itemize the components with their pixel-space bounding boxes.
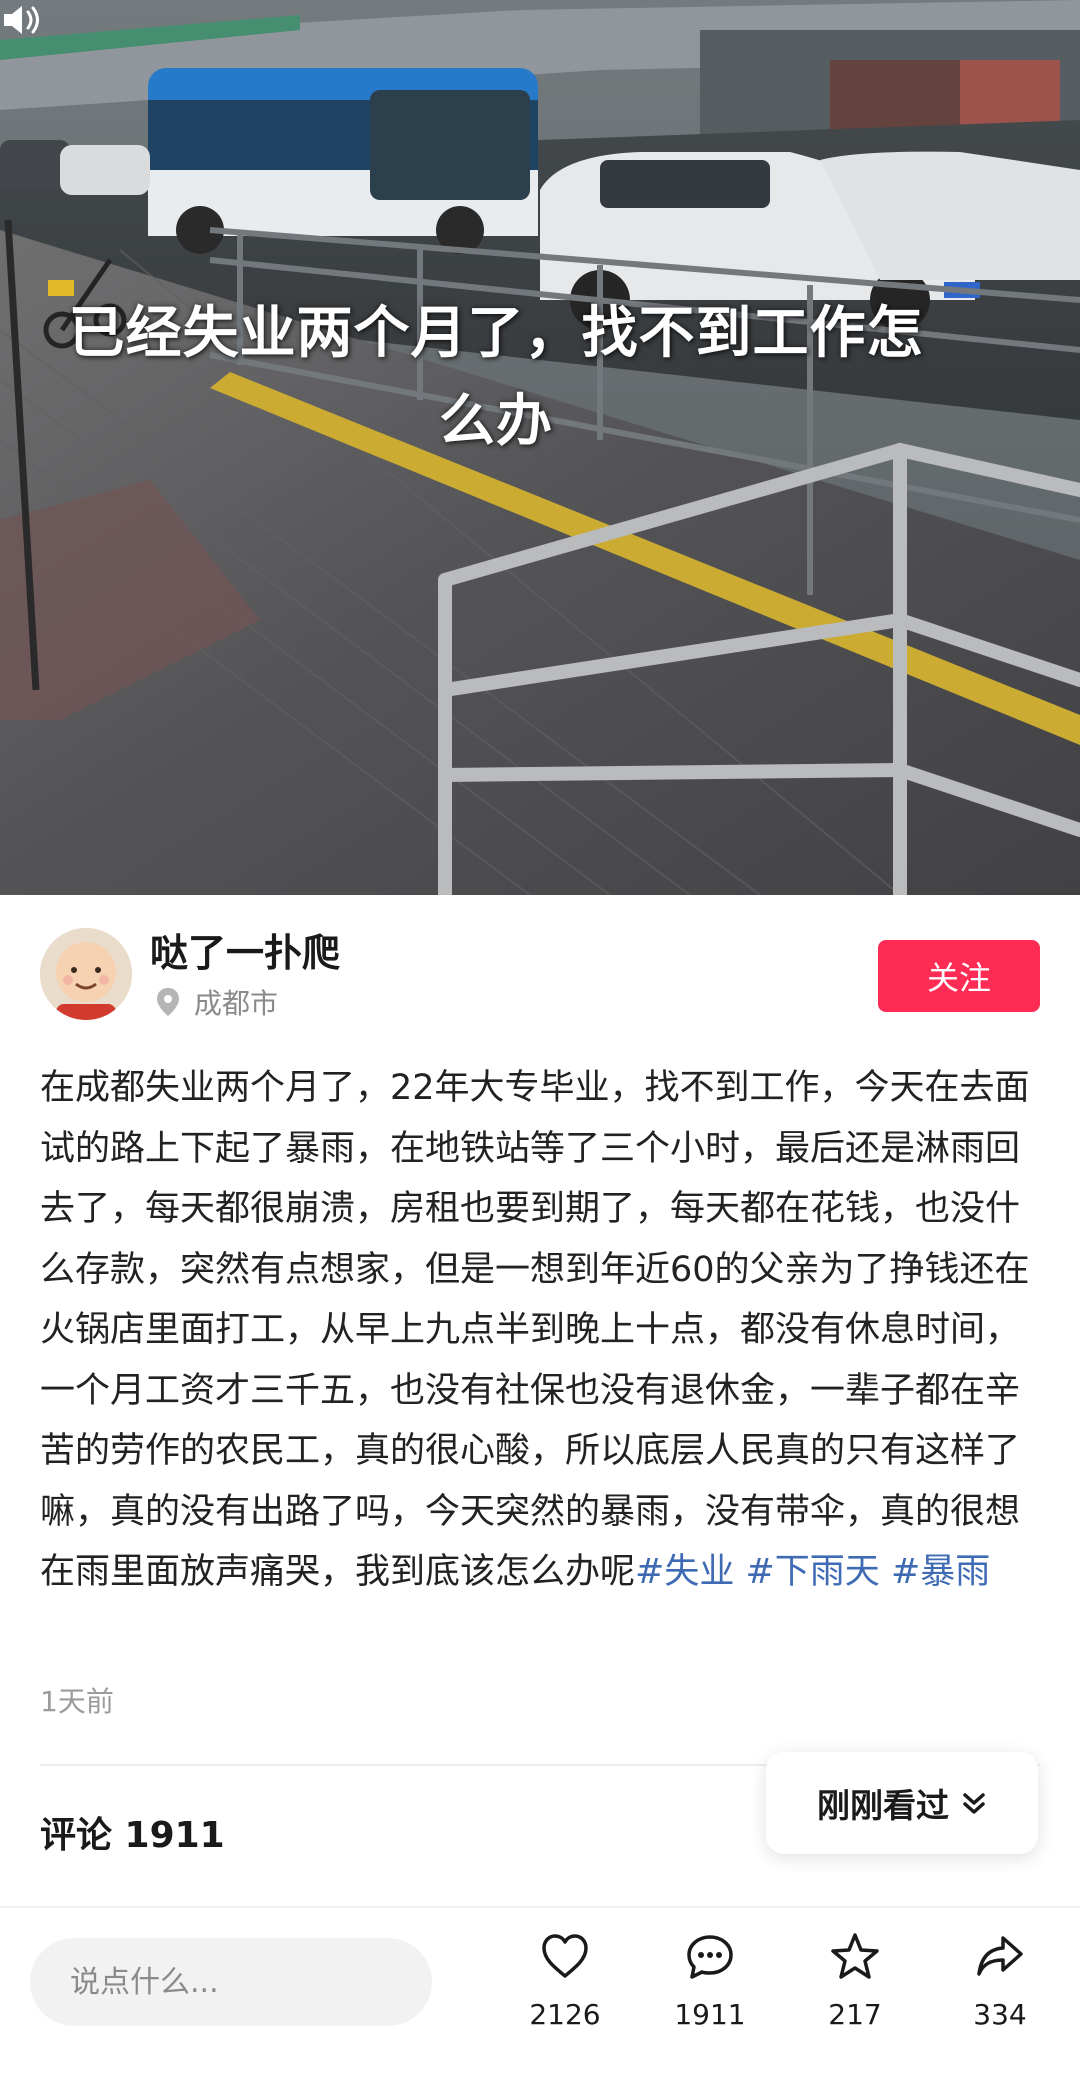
location: 成都市 [156, 982, 278, 1022]
speaker-icon[interactable] [0, 0, 44, 40]
post-body: 在成都失业两个月了，22年大专毕业，找不到工作，今天在去面试的路上下起了暴雨，在… [40, 1058, 1040, 1603]
recently-viewed-button[interactable]: 刚刚看过 [766, 1752, 1038, 1854]
avatar[interactable] [40, 928, 132, 1020]
author-name[interactable]: 哒了一扑爬 [150, 922, 340, 977]
video-overlay-title: 已经失业两个月了，找不到工作怎么办 [68, 301, 924, 454]
heart-icon [542, 1934, 588, 1978]
comment-input[interactable] [30, 1938, 432, 2026]
favorite-button[interactable]: 217 [790, 1930, 920, 2060]
like-count: 2126 [529, 1998, 601, 2031]
hashtag-link[interactable]: #失业 [635, 1552, 734, 1592]
share-button[interactable]: 334 [935, 1930, 1065, 2060]
comments-header: 评论 1911 [40, 1815, 225, 1856]
recently-viewed-label: 刚刚看过 [817, 1786, 949, 1825]
favorite-count: 217 [828, 1998, 882, 2031]
post-text: 在成都失业两个月了，22年大专毕业，找不到工作，今天在去面试的路上下起了暴雨，在… [40, 1068, 1030, 1592]
location-pin-icon [157, 988, 179, 1016]
share-arrow-icon [977, 1936, 1023, 1976]
star-icon [831, 1933, 879, 1979]
share-count: 334 [973, 1998, 1027, 2031]
comment-count: 1911 [674, 1998, 746, 2031]
bottom-action-bar: 2126 1911 217 334 [0, 1906, 1080, 2081]
post-timestamp: 1天前 [40, 1685, 114, 1718]
comment-bubble-icon [687, 1935, 733, 1979]
chevron-double-down-icon [963, 1793, 985, 1814]
avatar-cartoon-icon [40, 928, 132, 1020]
like-button[interactable]: 2126 [500, 1930, 630, 2060]
hashtag-link[interactable]: #暴雨 [891, 1552, 990, 1592]
video-player[interactable]: 已经失业两个月了，找不到工作怎么办 [0, 0, 1080, 895]
follow-button[interactable]: 关注 [878, 940, 1040, 1012]
location-text: 成都市 [194, 987, 279, 1020]
hashtag-link[interactable]: #下雨天 [745, 1552, 879, 1592]
comment-button[interactable]: 1911 [645, 1930, 775, 2060]
